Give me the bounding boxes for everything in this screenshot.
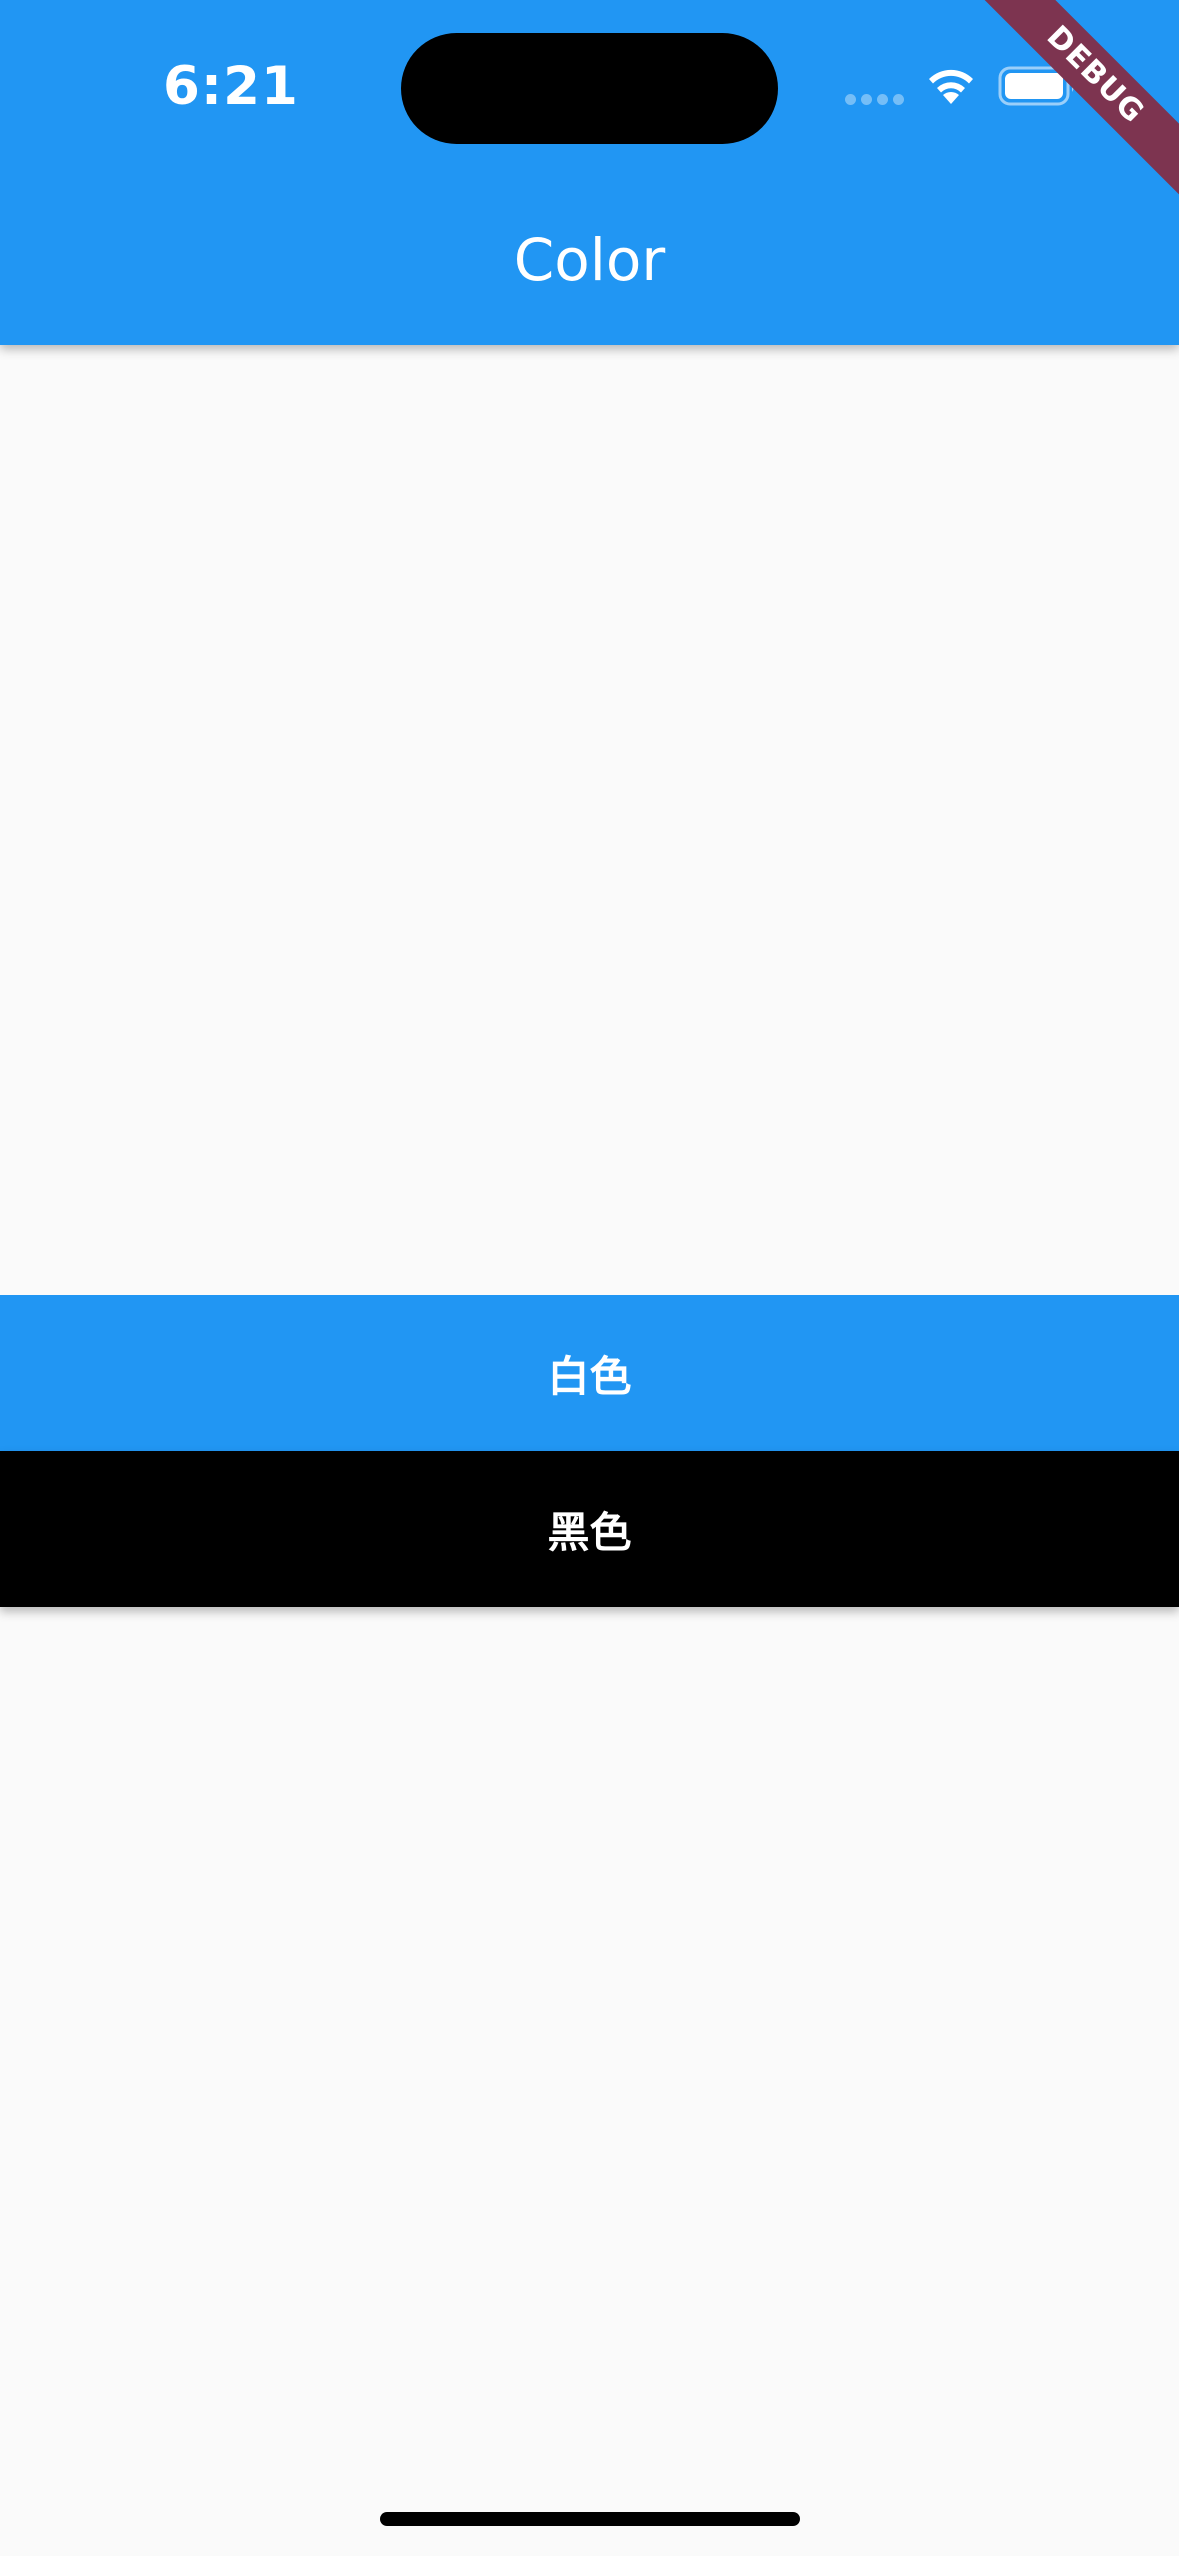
home-indicator[interactable] — [380, 2512, 800, 2526]
white-color-button-label: 白色 — [547, 1351, 632, 1401]
signal-dots-icon — [845, 94, 905, 106]
debug-label: DEBUG — [979, 0, 1179, 199]
debug-banner: DEBUG — [979, 0, 1179, 200]
wifi-icon — [929, 69, 973, 104]
black-color-button[interactable]: 黑色 — [0, 1451, 1179, 1607]
status-time: 6:21 — [163, 56, 299, 117]
white-color-button[interactable]: 白色 — [0, 1295, 1179, 1451]
black-color-button-label: 黑色 — [547, 1507, 632, 1557]
page-title: Color — [513, 226, 666, 294]
dynamic-island — [401, 33, 778, 144]
